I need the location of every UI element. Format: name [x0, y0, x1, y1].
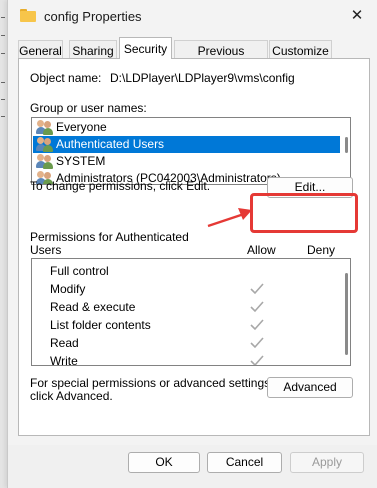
group-names-label: Group or user names:: [30, 101, 147, 115]
checkmark-icon: [250, 283, 264, 295]
tab-customize[interactable]: Customize: [269, 40, 332, 58]
special-permissions-hint-2: click Advanced.: [30, 389, 113, 403]
properties-dialog: config Properties ✕ General Sharing Secu…: [7, 0, 377, 488]
checkmark-icon: [250, 337, 264, 349]
advanced-button[interactable]: Advanced: [267, 377, 353, 398]
checkmark-icon: [250, 301, 264, 313]
user-row-everyone[interactable]: Everyone: [33, 119, 340, 136]
checkmark-icon: [250, 355, 264, 365]
permissions-list: Full control Modify Read & execute List …: [31, 258, 351, 366]
window-title: config Properties: [44, 9, 142, 24]
permission-full-control: Full control: [50, 264, 109, 278]
user-row-authenticated-users[interactable]: Authenticated Users: [33, 136, 340, 153]
permission-write: Write: [50, 354, 78, 366]
dialog-footer: OK Cancel Apply: [8, 445, 377, 488]
tab-previous-versions[interactable]: Previous Versions: [174, 40, 268, 76]
users-listbox[interactable]: Everyone Authenticated Users SYSTEM Admi…: [31, 117, 351, 185]
users-group-icon: [36, 120, 54, 135]
allow-column-header: Allow: [247, 243, 276, 257]
edge-mark: [1, 82, 5, 83]
title-bar: config Properties ✕: [8, 0, 377, 32]
edge-mark: [1, 116, 5, 117]
object-name-label: Object name:: [30, 71, 102, 85]
folder-icon: [20, 9, 36, 22]
change-permissions-hint: To change permissions, click Edit.: [30, 179, 211, 193]
annotation-arrow-icon: [207, 208, 252, 228]
edge-mark: [1, 53, 5, 54]
users-group-icon: [36, 137, 54, 152]
tab-sharing[interactable]: Sharing: [69, 40, 117, 58]
user-name: Everyone: [56, 120, 107, 134]
object-name-value: D:\LDPlayer\LDPlayer9\vms\config: [110, 71, 295, 85]
security-panel: Object name: D:\LDPlayer\LDPlayer9\vms\c…: [18, 58, 370, 436]
permission-read-execute: Read & execute: [50, 300, 136, 314]
users-group-icon: [36, 154, 54, 169]
permissions-scrollbar[interactable]: [345, 273, 348, 355]
user-row-system[interactable]: SYSTEM: [33, 153, 340, 170]
users-scrollbar[interactable]: [345, 137, 348, 153]
edge-mark: [1, 99, 5, 100]
user-name: Authenticated Users: [56, 137, 165, 151]
permission-read: Read: [50, 336, 79, 350]
permission-list-folder-contents: List folder contents: [50, 318, 151, 332]
edge-mark: [1, 17, 5, 18]
permission-modify: Modify: [50, 282, 86, 296]
background-window-edge: [0, 0, 7, 488]
cancel-button[interactable]: Cancel: [207, 452, 282, 473]
deny-column-header: Deny: [307, 243, 336, 257]
permissions-for-label-user: Users: [30, 243, 62, 257]
annotation-highlight-box: [250, 193, 358, 233]
apply-button[interactable]: Apply: [290, 452, 364, 473]
special-permissions-hint: For special permissions or advanced sett…: [30, 376, 274, 390]
edge-mark: [1, 35, 5, 36]
checkmark-icon: [250, 319, 264, 331]
permissions-for-label: Permissions for Authenticated: [30, 230, 189, 244]
ok-button[interactable]: OK: [128, 452, 200, 473]
user-name: SYSTEM: [56, 154, 106, 168]
tab-general[interactable]: General: [18, 40, 63, 58]
close-button[interactable]: ✕: [342, 4, 372, 28]
tab-security[interactable]: Security: [119, 37, 172, 59]
close-icon: ✕: [350, 7, 364, 24]
